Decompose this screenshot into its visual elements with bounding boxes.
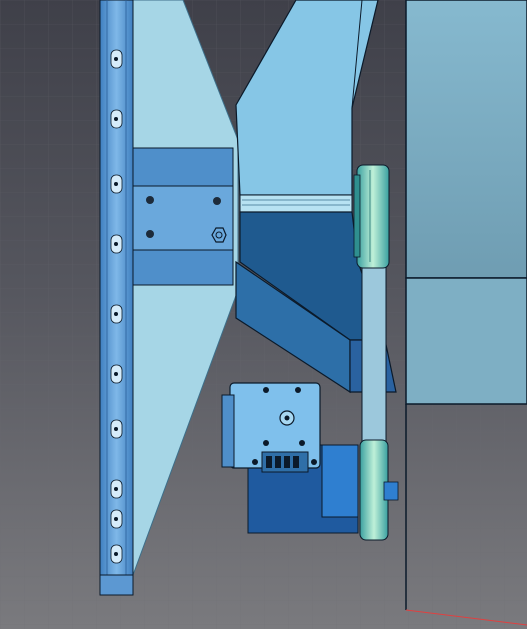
mounting-block[interactable] xyxy=(132,147,234,286)
cad-scene[interactable] xyxy=(0,0,527,629)
frame-rail[interactable] xyxy=(99,0,134,596)
rail-slots xyxy=(110,49,123,564)
drive-pulley-upper[interactable] xyxy=(353,164,390,269)
cad-viewport[interactable] xyxy=(0,0,527,629)
